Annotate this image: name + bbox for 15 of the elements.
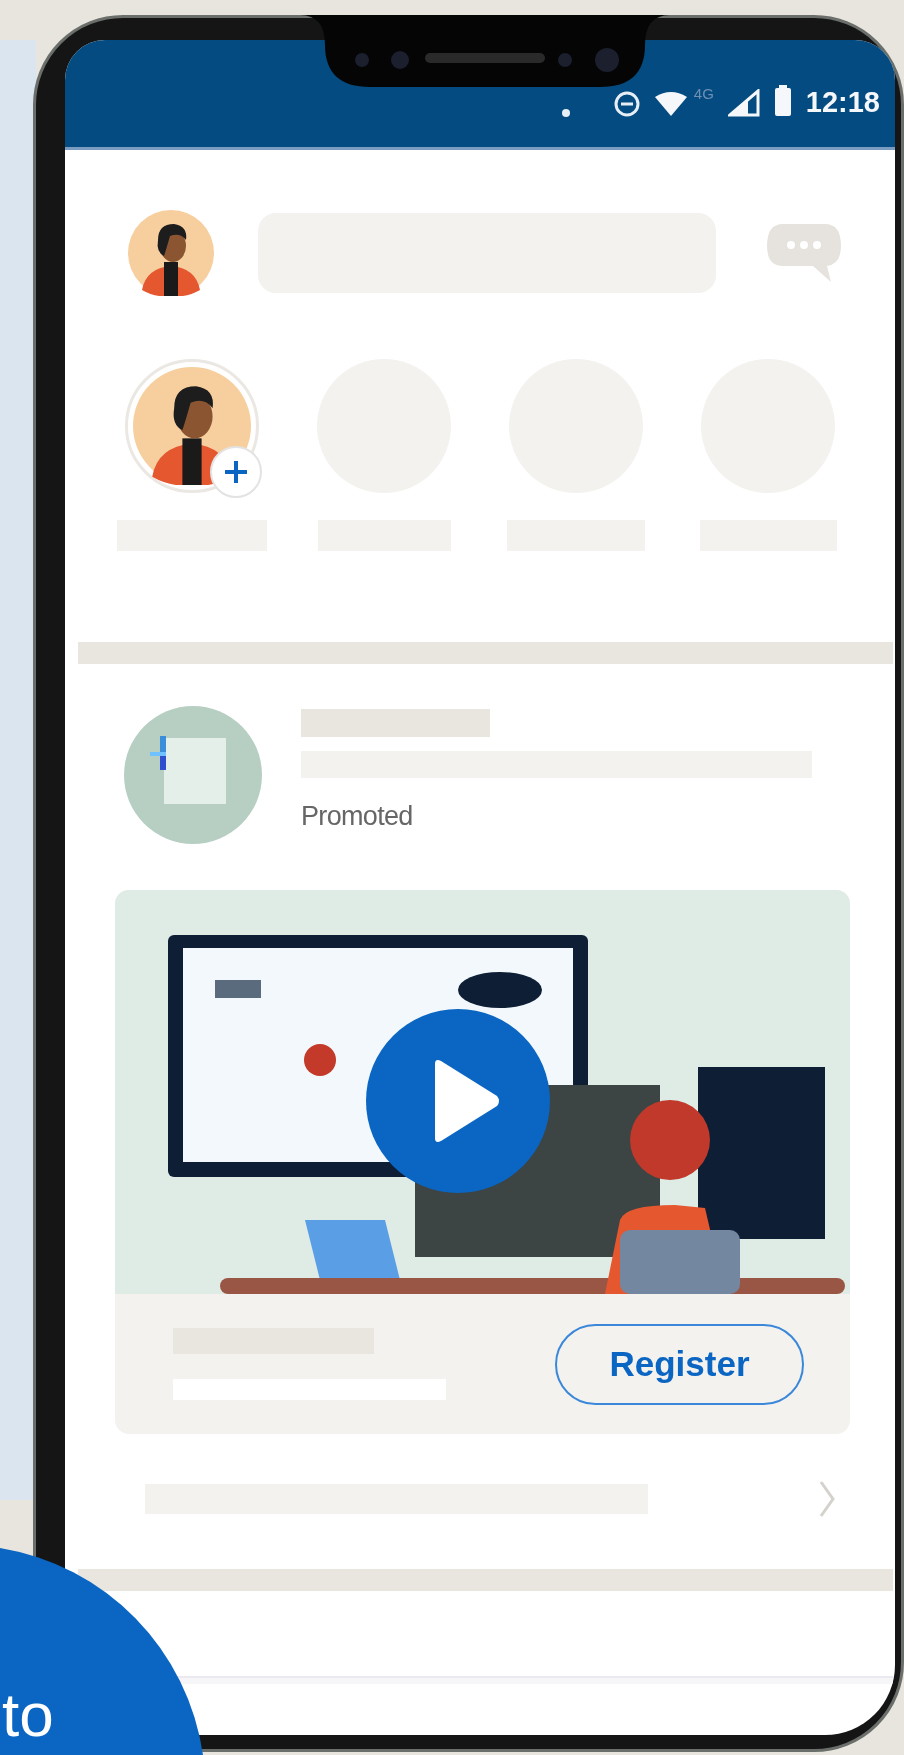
promoted-label: Promoted <box>301 800 414 833</box>
add-icon[interactable] <box>209 445 263 499</box>
clock-time: 12:18 <box>805 88 880 117</box>
badge-text: to <box>2 1684 54 1746</box>
dot-icon <box>561 109 570 117</box>
chevron-right-icon[interactable] <box>818 1479 836 1519</box>
do-not-disturb-icon <box>613 91 640 117</box>
message-icon[interactable] <box>765 222 843 284</box>
signal-icon <box>727 89 760 117</box>
avatar-icon <box>128 210 214 296</box>
wifi-icon <box>653 91 688 117</box>
battery-icon <box>773 85 792 117</box>
network-label: 4G <box>693 83 714 104</box>
company-logo-icon <box>124 706 262 844</box>
register-button[interactable]: Register <box>555 1323 804 1405</box>
